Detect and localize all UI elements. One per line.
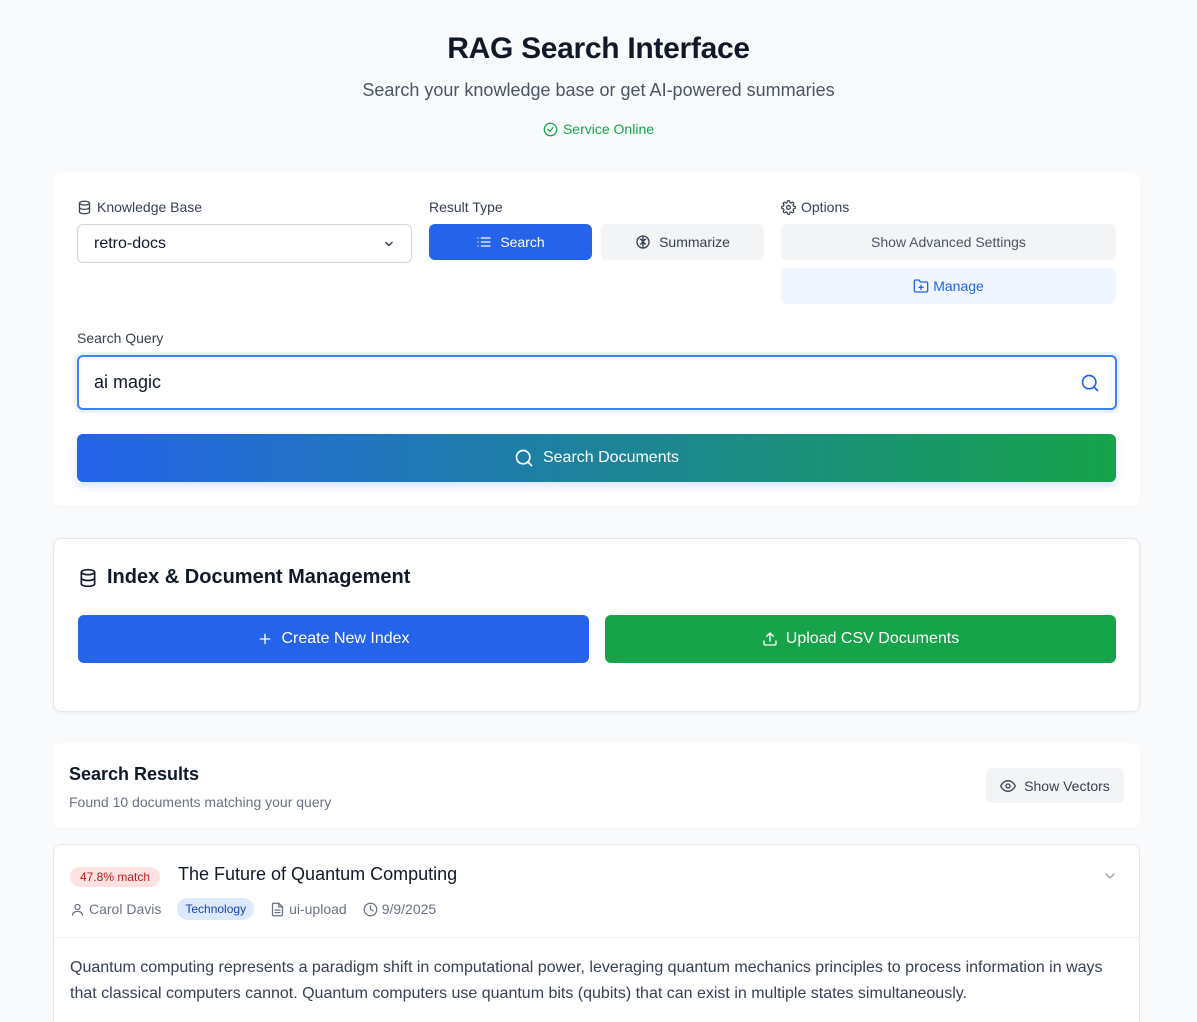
summarize-label: Summarize: [659, 234, 730, 250]
folder-plus-icon: [913, 279, 929, 293]
page-title: RAG Search Interface: [447, 32, 750, 65]
result-date: 9/9/2025: [363, 901, 437, 917]
search-icon: [515, 449, 533, 467]
result-body: Quantum computing represents a paradigm …: [70, 959, 1103, 1002]
show-vectors-label: Show Vectors: [1024, 777, 1110, 794]
search-input-value: ai magic: [94, 372, 162, 392]
result-meta: Carol Davis Technology ui-upload 9/9/202…: [70, 898, 436, 920]
result-title[interactable]: The Future of Quantum Computing: [178, 864, 457, 885]
author-name: Carol Davis: [89, 901, 162, 917]
eye-icon: [1000, 779, 1017, 792]
file-icon: [271, 902, 284, 916]
database-icon: [80, 568, 96, 587]
result-item[interactable]: 47.8% match The Future of Quantum Comput…: [53, 844, 1140, 1022]
status-text: Service Online: [562, 121, 655, 137]
upload-csv-label: Upload CSV Documents: [785, 630, 960, 647]
index-management-panel: Index & Document Management Create New I…: [53, 538, 1140, 712]
search-type-button[interactable]: Search: [429, 224, 592, 260]
clock-icon: [363, 902, 378, 916]
database-icon: [78, 200, 91, 214]
knowledge-base-value: retro-docs: [94, 234, 167, 252]
create-index-label: Create New Index: [281, 630, 410, 647]
match-badge: 47.8% match: [70, 867, 161, 887]
search-documents-label: Search Documents: [542, 449, 680, 466]
create-index-button[interactable]: Create New Index: [78, 615, 589, 663]
search-icon[interactable]: [1080, 373, 1100, 393]
summarize-type-button[interactable]: Summarize: [601, 224, 764, 260]
results-header: Search Results Found 10 documents matchi…: [53, 743, 1140, 828]
result-author: Carol Davis: [70, 901, 161, 917]
service-status: Service Online: [0, 121, 1197, 137]
search-query-label: Search Query: [77, 330, 164, 346]
plus-icon: [260, 633, 271, 645]
gear-icon: [781, 199, 796, 215]
list-icon: [477, 237, 491, 247]
page-subtitle: Search your knowledge base or get AI-pow…: [362, 80, 835, 100]
knowledge-base-select[interactable]: retro-docs: [77, 224, 412, 263]
divider: [54, 937, 1139, 938]
search-type-label: Search: [500, 234, 545, 250]
date-text: 9/9/2025: [381, 901, 437, 917]
knowledge-base-label-text: Knowledge Base: [97, 199, 203, 215]
manage-button[interactable]: Manage: [781, 268, 1116, 304]
chevron-down-icon: [385, 241, 393, 246]
upload-icon: [763, 632, 777, 646]
result-source: ui-upload: [270, 901, 347, 917]
search-input[interactable]: ai magic: [77, 355, 1117, 410]
management-title-text: Index & Document Management: [107, 566, 411, 588]
chevron-down-icon[interactable]: [1102, 868, 1118, 884]
brain-icon: [636, 235, 650, 249]
search-documents-button[interactable]: Search Documents: [77, 434, 1116, 482]
user-icon: [71, 903, 84, 916]
check-circle-icon: [543, 122, 558, 136]
manage-label: Manage: [933, 278, 984, 294]
category-badge: Technology: [177, 898, 255, 920]
results-title: Search Results: [69, 764, 200, 784]
search-panel: Knowledge Base retro-docs Result Type Se…: [53, 172, 1140, 506]
result-type-label: Result Type: [429, 199, 503, 215]
results-summary: Found 10 documents matching your query: [69, 794, 332, 810]
options-label-text: Options: [801, 199, 850, 215]
upload-csv-button[interactable]: Upload CSV Documents: [605, 615, 1116, 663]
knowledge-base-label: Knowledge Base: [77, 199, 202, 215]
management-title: Index & Document Management: [78, 566, 410, 589]
options-label: Options: [781, 199, 849, 215]
show-vectors-button[interactable]: Show Vectors: [986, 768, 1124, 803]
page: RAG Search Interface Search your knowled…: [0, 0, 1197, 1022]
advanced-settings-button[interactable]: Show Advanced Settings: [781, 224, 1116, 260]
source-name: ui-upload: [289, 901, 347, 917]
